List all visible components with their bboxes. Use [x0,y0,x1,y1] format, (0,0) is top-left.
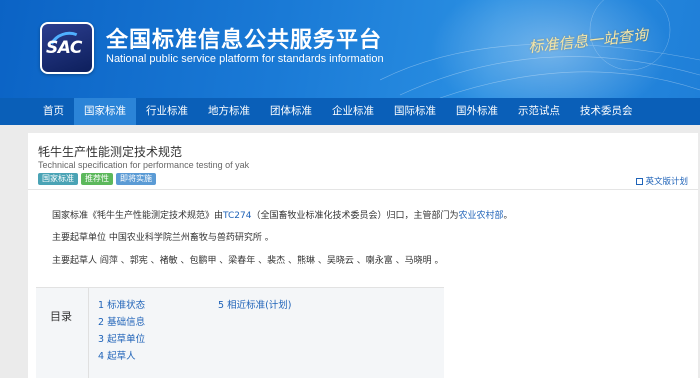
intro-mid: （全国畜牧业标准化技术委员会）归口，主管部门为 [251,211,459,221]
logo-text: SAC [46,38,82,58]
status-tags: 国家标准 推荐性 即将实施 [38,173,156,185]
toc-item-drafting-org[interactable]: 3 起草单位 [98,331,145,345]
drafters: 主要起草人 阎萍 、郭宪 、褚敏 、包鹏甲 、梁春年 、裴杰 、熊琳 、吴晓云 … [52,256,444,266]
toc-item-similar-standards[interactable]: 5 相近标准(计划) [218,297,291,311]
site-title: 全国标准信息公共服务平台 [106,28,383,53]
site-title-en: National public service platform for sta… [106,53,384,65]
intro-paragraph: 国家标准《牦牛生产性能测定技术规范》由TC274（全国畜牧业标准化技术委员会）归… [52,208,513,221]
nav-item-enterprise[interactable]: 企业标准 [322,98,384,125]
nav-item-international[interactable]: 国际标准 [384,98,446,125]
toc-item-basic-info[interactable]: 2 基础信息 [98,314,145,328]
nav-item-group[interactable]: 团体标准 [260,98,322,125]
main-nav: 首页 国家标准 行业标准 地方标准 团体标准 企业标准 国际标准 国外标准 示范… [0,98,700,125]
toc-separator [88,288,89,378]
sac-logo[interactable]: SAC [40,22,94,74]
nav-item-pilot[interactable]: 示范试点 [508,98,570,125]
english-plan-link[interactable]: 英文版计划 [636,175,688,187]
tag-upcoming: 即将实施 [116,173,156,185]
department-link[interactable]: 农业农村部 [458,211,503,221]
toc-item-drafters[interactable]: 4 起草人 [98,348,136,362]
nav-item-home[interactable]: 首页 [33,98,74,125]
site-header: SAC 全国标准信息公共服务平台 National public service… [0,0,700,98]
standard-title: 牦牛生产性能测定技术规范 [38,145,183,159]
toc-item-status[interactable]: 1 标准状态 [98,297,145,311]
standard-title-en: Technical specification for performance … [38,160,250,170]
toc-label: 目录 [50,310,72,323]
nav-item-foreign[interactable]: 国外标准 [446,98,508,125]
english-plan-label: 英文版计划 [645,177,688,187]
nav-item-committee[interactable]: 技术委员会 [570,98,643,125]
intro-prefix: 国家标准《牦牛生产性能测定技术规范》由 [52,211,224,221]
table-of-contents: 目录 1 标准状态 2 基础信息 3 起草单位 4 起草人 5 相近标准(计划) [36,287,444,378]
nav-item-national[interactable]: 国家标准 [74,98,136,125]
tag-recommended: 推荐性 [81,173,113,185]
intro-suffix: 。 [503,211,513,221]
document-icon [636,178,644,185]
divider [28,189,698,190]
tag-national: 国家标准 [38,173,78,185]
nav-item-local[interactable]: 地方标准 [198,98,260,125]
standard-detail-card: 牦牛生产性能测定技术规范 Technical specification for… [28,133,698,378]
tc-link[interactable]: TC274 [223,211,251,221]
drafting-org: 主要起草单位 中国农业科学院兰州畜牧与兽药研究所 。 [52,233,274,243]
nav-item-industry[interactable]: 行业标准 [136,98,198,125]
